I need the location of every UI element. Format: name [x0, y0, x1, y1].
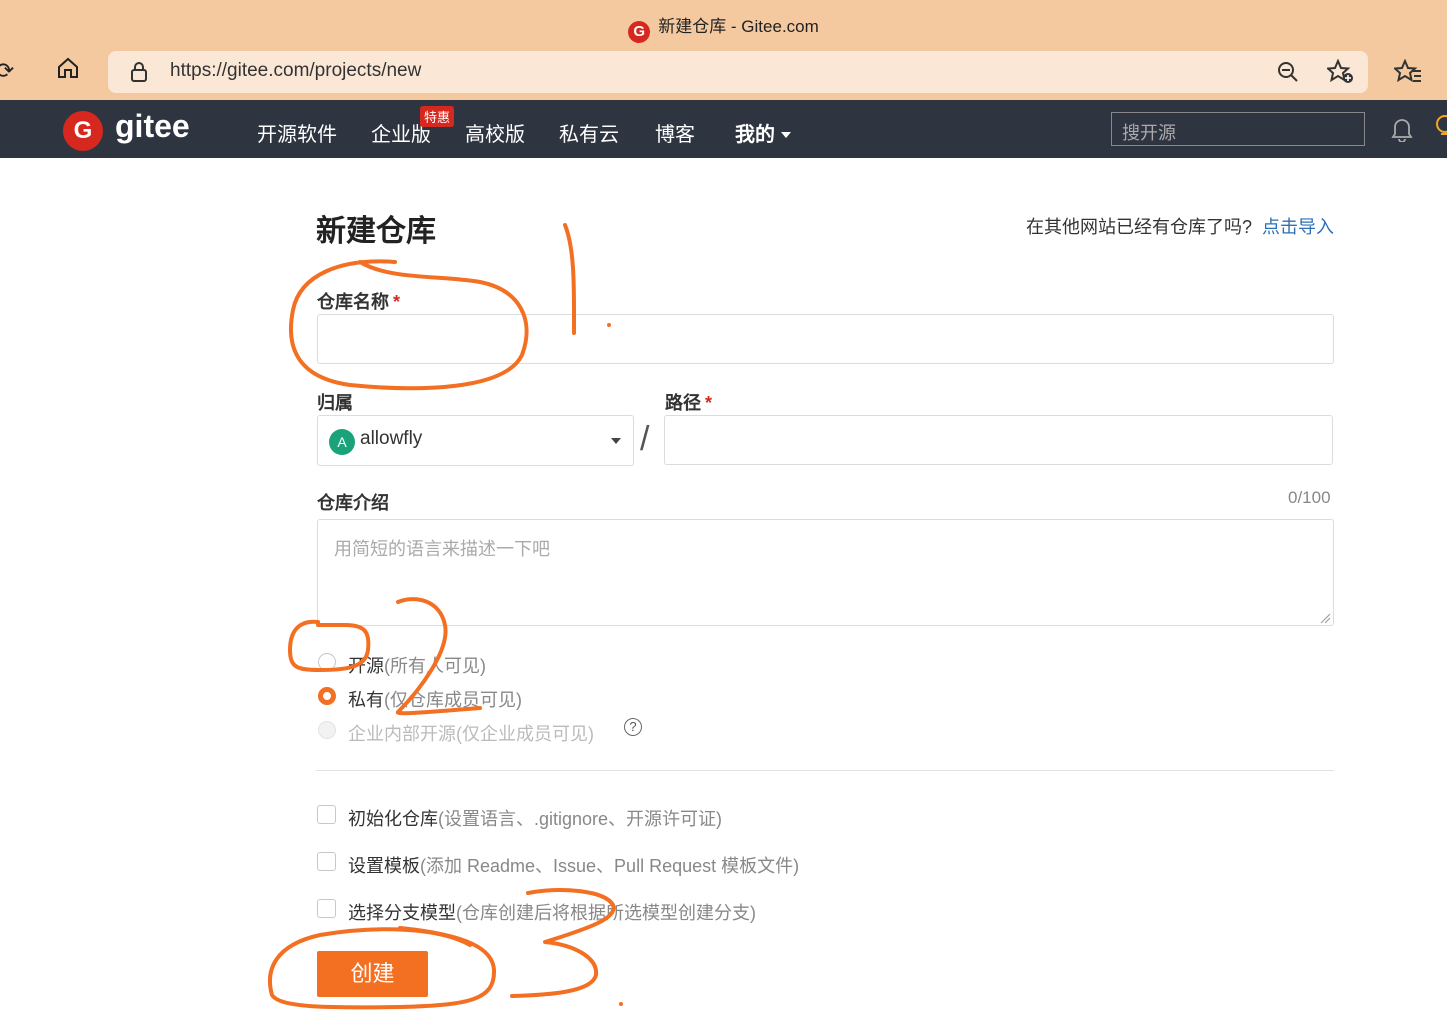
init-repo-option[interactable]: 初始化仓库(设置语言、.gitignore、开源许可证): [348, 805, 722, 831]
gitee-logo-text[interactable]: gitee: [115, 108, 190, 145]
promo-badge: 特惠: [420, 106, 455, 127]
radio-private[interactable]: [318, 687, 336, 705]
option-label: 设置模板: [348, 856, 420, 876]
option-note: (添加 Readme、Issue、Pull Request 模板文件): [420, 856, 800, 876]
repo-name-label-text: 仓库名称: [317, 292, 389, 312]
description-placeholder: 用简短的语言来描述一下吧: [334, 539, 550, 559]
import-question: 在其他网站已经有仓库了吗?: [1026, 217, 1253, 237]
nav-private-cloud[interactable]: 私有云: [559, 118, 619, 147]
radio-enterprise-internal: [318, 721, 336, 739]
nav-open-source[interactable]: 开源软件: [257, 118, 337, 147]
browser-tab-title[interactable]: G 新建仓库 - Gitee.com: [0, 12, 1447, 43]
chevron-down-icon: [780, 132, 791, 138]
create-button[interactable]: 创建: [317, 951, 428, 997]
option-label: 选择分支模型: [348, 903, 456, 923]
tab-title-text: 新建仓库 - Gitee.com: [658, 17, 819, 36]
visibility-enterprise-option: 企业内部开源(仅企业成员可见): [348, 720, 594, 746]
nav-mine-label: 我的: [735, 124, 775, 146]
help-icon[interactable]: ?: [624, 718, 642, 736]
option-label: 企业内部开源: [348, 724, 456, 744]
home-icon[interactable]: [53, 56, 83, 86]
avatar: A: [329, 429, 355, 455]
nav-education[interactable]: 高校版: [465, 118, 525, 147]
description-counter: 0/100: [1288, 488, 1331, 507]
visibility-private-option[interactable]: 私有(仅仓库成员可见): [348, 686, 522, 712]
gitee-favicon-icon: G: [628, 21, 651, 43]
annotation-dot: [619, 1002, 623, 1006]
radio-open-source[interactable]: [318, 653, 336, 671]
option-note: (仓库创建后将根据所选模型创建分支): [456, 903, 756, 923]
required-mark: *: [705, 393, 713, 413]
bell-icon[interactable]: [1391, 116, 1413, 147]
nav-search-input[interactable]: 搜开源: [1111, 112, 1365, 146]
zoom-out-icon[interactable]: [1277, 61, 1299, 88]
import-link[interactable]: 点击导入: [1262, 213, 1334, 239]
template-option[interactable]: 设置模板(添加 Readme、Issue、Pull Request 模板文件): [348, 852, 799, 878]
checkbox-template[interactable]: [317, 852, 336, 871]
divider: [316, 770, 1334, 771]
add-favorite-icon[interactable]: [1325, 58, 1355, 90]
gitee-logo-icon[interactable]: G: [63, 111, 103, 151]
option-note: (所有人可见): [384, 656, 486, 676]
favorites-icon[interactable]: [1392, 58, 1422, 90]
lightbulb-icon[interactable]: [1435, 114, 1447, 147]
required-mark: *: [393, 292, 401, 312]
reload-icon[interactable]: ⟳: [0, 56, 20, 86]
chevron-down-icon: [611, 438, 621, 444]
lock-icon[interactable]: [129, 61, 149, 88]
resize-handle-icon[interactable]: [1319, 611, 1331, 629]
option-note: (设置语言、.gitignore、开源许可证): [438, 809, 723, 829]
nav-blog[interactable]: 博客: [655, 118, 695, 147]
description-label: 仓库介绍: [317, 493, 389, 513]
path-label: 路径 *: [665, 389, 712, 415]
nav-mine[interactable]: 我的: [735, 118, 791, 147]
repo-name-label: 仓库名称 *: [317, 288, 400, 314]
visibility-open-option[interactable]: 开源(所有人可见): [348, 652, 486, 678]
path-input[interactable]: [664, 415, 1333, 465]
path-separator: /: [640, 420, 650, 458]
option-label: 初始化仓库: [348, 809, 438, 829]
option-note: (仅企业成员可见): [456, 724, 594, 744]
path-label-text: 路径: [665, 393, 701, 413]
option-label: 开源: [348, 656, 384, 676]
page-title: 新建仓库: [316, 215, 436, 248]
option-label: 私有: [348, 690, 384, 710]
url-text[interactable]: https://gitee.com/projects/new: [170, 60, 421, 82]
branch-model-option[interactable]: 选择分支模型(仓库创建后将根据所选模型创建分支): [348, 899, 756, 925]
repo-name-input[interactable]: [317, 314, 1334, 364]
owner-label: 归属: [317, 393, 353, 413]
option-note: (仅仓库成员可见): [384, 690, 522, 710]
owner-select-value: allowfly: [360, 428, 423, 449]
checkbox-init-repo[interactable]: [317, 805, 336, 824]
checkbox-branch-model[interactable]: [317, 899, 336, 918]
